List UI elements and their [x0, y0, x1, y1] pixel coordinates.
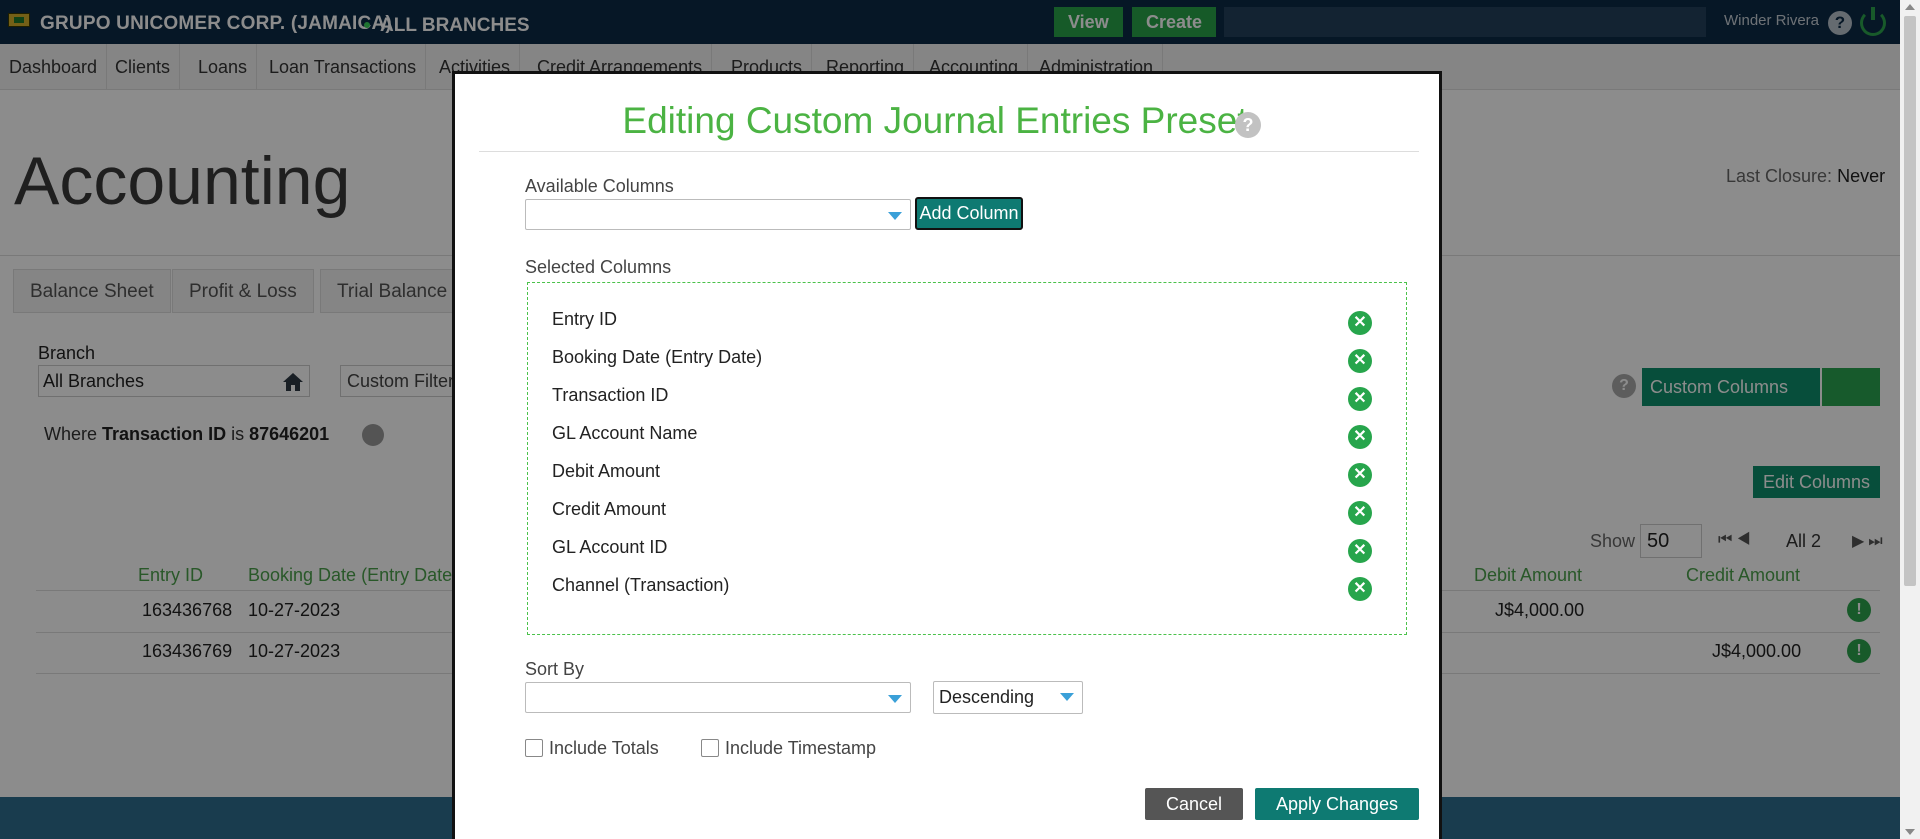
selected-column-item[interactable]: Debit Amount	[552, 461, 660, 482]
sort-direction-select[interactable]: Descending	[933, 681, 1083, 714]
include-timestamp-label[interactable]: Include Timestamp	[725, 738, 876, 759]
selected-column-item[interactable]: Booking Date (Entry Date)	[552, 347, 762, 368]
selected-column-item[interactable]: GL Account Name	[552, 423, 697, 444]
remove-column-icon[interactable]: ✕	[1348, 425, 1372, 449]
chevron-down-icon	[1060, 693, 1074, 701]
apply-changes-button[interactable]: Apply Changes	[1255, 788, 1419, 820]
selected-column-item[interactable]: Transaction ID	[552, 385, 668, 406]
available-columns-label: Available Columns	[525, 176, 674, 196]
remove-column-icon[interactable]: ✕	[1348, 501, 1372, 525]
sort-by-label: Sort By	[525, 659, 585, 679]
scroll-thumb[interactable]	[1904, 16, 1916, 586]
selected-column-item[interactable]: GL Account ID	[552, 537, 667, 558]
remove-column-icon[interactable]: ✕	[1348, 539, 1372, 563]
chevron-down-icon	[888, 695, 902, 703]
selected-columns-label: Selected Columns	[525, 257, 672, 277]
edit-preset-modal: Editing Custom Journal Entries Preset ? …	[452, 71, 1442, 839]
remove-column-icon[interactable]: ✕	[1348, 463, 1372, 487]
available-columns-select[interactable]	[525, 199, 911, 230]
modal-help-icon[interactable]: ?	[1235, 112, 1261, 138]
include-totals-label[interactable]: Include Totals	[549, 738, 659, 759]
modal-divider	[479, 151, 1419, 152]
selected-column-item[interactable]: Channel (Transaction)	[552, 575, 729, 596]
scroll-up-icon[interactable]	[1905, 4, 1915, 10]
remove-column-icon[interactable]: ✕	[1348, 577, 1372, 601]
selected-column-item[interactable]: Credit Amount	[552, 499, 666, 520]
include-timestamp-checkbox[interactable]	[701, 739, 719, 757]
selected-column-item[interactable]: Entry ID	[552, 309, 617, 330]
sort-by-select[interactable]	[525, 682, 911, 713]
selected-columns-list: Entry ID ✕ Booking Date (Entry Date) ✕ T…	[527, 282, 1407, 635]
modal-title: Editing Custom Journal Entries Preset	[622, 100, 1248, 141]
remove-column-icon[interactable]: ✕	[1348, 387, 1372, 411]
remove-column-icon[interactable]: ✕	[1348, 349, 1372, 373]
include-totals-checkbox[interactable]	[525, 739, 543, 757]
add-column-button[interactable]: Add Column	[915, 197, 1023, 230]
sort-direction-value: Descending	[939, 687, 1035, 707]
cancel-button[interactable]: Cancel	[1145, 788, 1243, 820]
page-scrollbar[interactable]	[1900, 0, 1920, 839]
scroll-down-icon[interactable]	[1905, 829, 1915, 835]
remove-column-icon[interactable]: ✕	[1348, 311, 1372, 335]
chevron-down-icon	[888, 212, 902, 220]
